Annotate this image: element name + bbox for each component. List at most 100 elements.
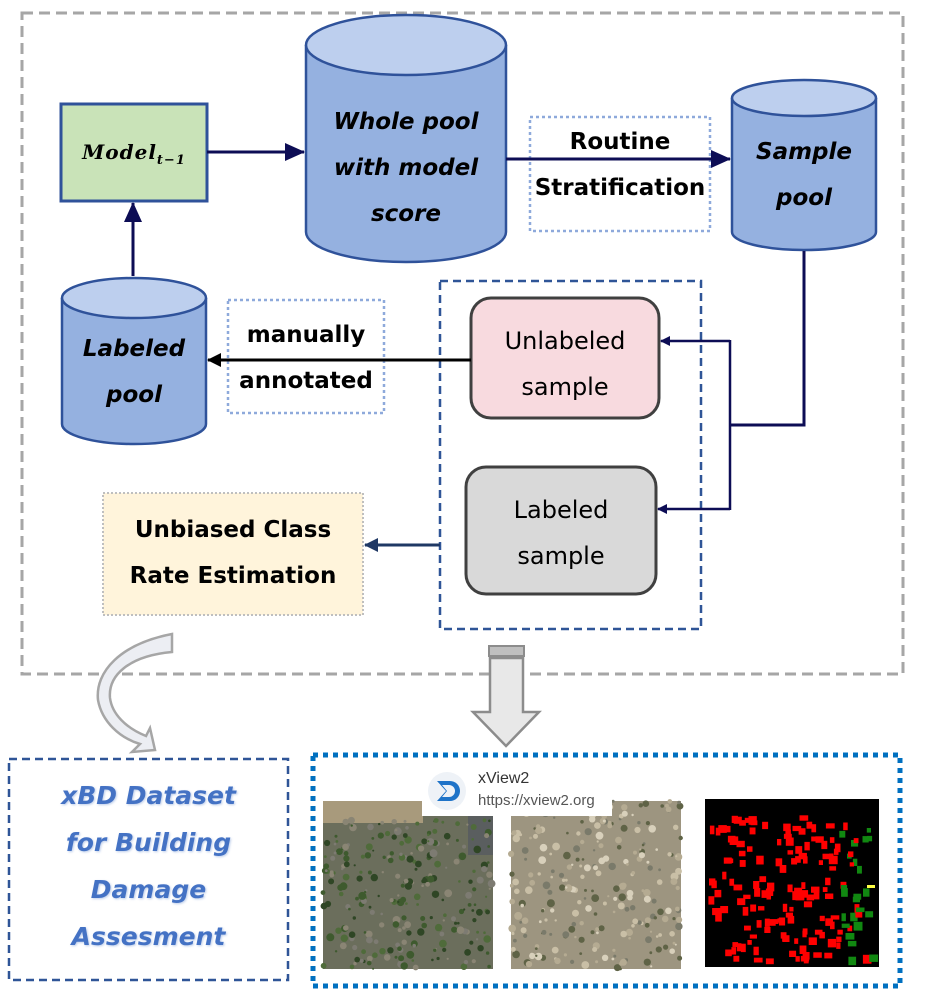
damage-mask-building bbox=[867, 885, 875, 888]
image-texture bbox=[665, 907, 672, 915]
image-texture bbox=[550, 908, 555, 913]
damage-mask-building bbox=[779, 865, 787, 873]
image-texture bbox=[639, 848, 642, 851]
damage-mask-building bbox=[718, 825, 727, 833]
image-texture bbox=[669, 931, 675, 937]
damage-mask-building bbox=[740, 943, 746, 953]
image-texture bbox=[616, 845, 622, 850]
image-texture bbox=[650, 965, 653, 968]
image-texture bbox=[570, 959, 575, 965]
manual-line: manually bbox=[246, 322, 366, 348]
damage-mask-building bbox=[811, 886, 820, 893]
image-texture bbox=[596, 840, 599, 843]
image-texture bbox=[656, 879, 663, 885]
damage-mask-building bbox=[829, 866, 837, 871]
image-texture bbox=[554, 919, 557, 922]
image-texture bbox=[529, 952, 534, 957]
image-texture bbox=[488, 887, 491, 890]
image-texture bbox=[427, 875, 435, 883]
image-texture bbox=[371, 837, 375, 840]
image-texture bbox=[641, 889, 645, 893]
image-texture bbox=[387, 857, 394, 864]
unbiased-line: Rate Estimation bbox=[129, 563, 337, 589]
image-texture bbox=[391, 834, 397, 840]
image-texture bbox=[537, 872, 541, 876]
image-texture bbox=[483, 935, 492, 943]
image-texture bbox=[601, 954, 609, 961]
image-texture bbox=[624, 906, 630, 912]
image-texture bbox=[514, 911, 523, 920]
image-texture bbox=[642, 800, 650, 807]
image-texture bbox=[563, 953, 568, 957]
image-texture bbox=[338, 891, 344, 897]
image-texture bbox=[443, 832, 451, 840]
damage-mask-building bbox=[849, 862, 854, 867]
xview2-badge[interactable]: xView2 https://xview2.org bbox=[422, 766, 612, 816]
damage-mask-building bbox=[845, 933, 855, 940]
image-texture bbox=[620, 824, 628, 832]
image-texture bbox=[477, 945, 484, 952]
image-texture bbox=[575, 857, 580, 862]
image-texture bbox=[608, 862, 616, 871]
image-texture bbox=[434, 860, 441, 868]
image-texture bbox=[398, 955, 405, 962]
xbd-line: Assesment bbox=[71, 922, 226, 951]
damage-mask-building bbox=[754, 888, 761, 897]
satellite-image-post-disaster bbox=[508, 799, 684, 972]
xview2-url-link[interactable]: https://xview2.org bbox=[478, 792, 595, 809]
sample-pool-label: Sample pool bbox=[732, 129, 876, 221]
image-texture bbox=[471, 838, 475, 841]
damage-mask-building bbox=[819, 915, 825, 922]
image-texture bbox=[579, 952, 583, 955]
image-texture bbox=[389, 898, 394, 903]
image-texture bbox=[550, 875, 553, 879]
image-texture bbox=[416, 903, 419, 906]
image-texture bbox=[441, 898, 445, 902]
damage-mask-building bbox=[827, 938, 837, 948]
image-texture bbox=[324, 869, 328, 873]
image-texture bbox=[631, 924, 635, 928]
image-texture bbox=[574, 935, 577, 939]
damage-mask-building bbox=[808, 937, 817, 945]
image-texture bbox=[352, 944, 358, 951]
image-texture bbox=[431, 958, 434, 962]
image-texture bbox=[667, 799, 673, 804]
image-texture bbox=[581, 961, 590, 969]
labeled-pool-line: pool bbox=[106, 382, 162, 408]
image-texture bbox=[397, 894, 400, 897]
unlabeled-sample-line: Unlabeled bbox=[504, 327, 626, 355]
image-texture bbox=[387, 947, 394, 954]
image-texture bbox=[393, 827, 402, 836]
model-label-text: Model bbox=[82, 140, 157, 164]
image-texture bbox=[513, 938, 517, 943]
image-texture bbox=[672, 941, 676, 945]
image-texture bbox=[343, 925, 349, 931]
image-texture bbox=[415, 860, 422, 868]
image-texture bbox=[320, 890, 326, 895]
image-texture bbox=[607, 895, 610, 898]
image-texture bbox=[583, 864, 591, 872]
image-texture bbox=[648, 825, 656, 833]
image-texture bbox=[343, 855, 350, 862]
image-texture bbox=[550, 869, 555, 874]
image-texture bbox=[645, 821, 651, 826]
damage-mask-building bbox=[712, 908, 721, 916]
image-texture bbox=[514, 888, 520, 895]
image-texture bbox=[431, 890, 440, 898]
damage-mask-building bbox=[821, 840, 828, 850]
image-texture bbox=[411, 959, 415, 962]
sample-pool-line: Sample bbox=[756, 139, 852, 165]
damage-mask-building bbox=[794, 938, 799, 944]
image-texture bbox=[632, 918, 639, 925]
image-texture bbox=[510, 946, 516, 952]
image-texture bbox=[602, 819, 606, 823]
xbd-line: for Building bbox=[65, 828, 232, 857]
image-texture bbox=[677, 955, 683, 961]
image-texture bbox=[637, 821, 641, 825]
image-texture bbox=[343, 851, 349, 856]
image-texture bbox=[487, 861, 490, 864]
damage-mask-building bbox=[811, 836, 818, 842]
image-texture bbox=[613, 954, 617, 958]
image-texture bbox=[324, 839, 331, 847]
image-texture bbox=[402, 926, 406, 930]
